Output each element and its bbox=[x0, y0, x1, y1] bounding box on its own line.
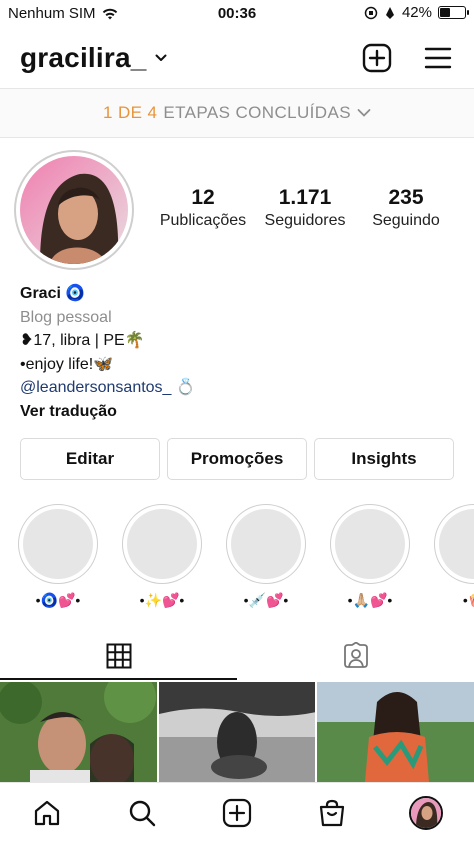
highlight-cover bbox=[231, 509, 301, 579]
highlight-item[interactable]: •🍿 bbox=[432, 504, 474, 609]
post-thumbnail[interactable] bbox=[158, 682, 316, 782]
username: gracilira_ bbox=[20, 42, 147, 73]
tagged-icon bbox=[343, 642, 368, 668]
translate-link[interactable]: Ver tradução bbox=[20, 400, 460, 424]
profile-tabs bbox=[0, 632, 474, 680]
menu-icon bbox=[424, 47, 452, 69]
post-thumbnail[interactable] bbox=[0, 682, 157, 782]
highlight-label: •💉💕• bbox=[243, 592, 289, 608]
category-label: Blog pessoal bbox=[20, 308, 112, 326]
search-icon bbox=[129, 800, 156, 827]
highlight-ring bbox=[434, 504, 474, 584]
post-image bbox=[317, 682, 474, 782]
followers-stat[interactable]: 1.171 Seguidores bbox=[258, 186, 352, 230]
highlight-item[interactable]: •💉💕• bbox=[224, 504, 308, 609]
edit-profile-button[interactable]: Editar bbox=[20, 438, 160, 480]
highlight-label: •🙏🏼💕• bbox=[347, 592, 393, 608]
highlight-item[interactable]: •🙏🏼💕• bbox=[328, 504, 412, 609]
posts-grid bbox=[0, 682, 474, 782]
profile-avatar bbox=[409, 796, 443, 830]
posts-stat[interactable]: 12 Publicações bbox=[158, 186, 248, 230]
nav-create[interactable] bbox=[219, 795, 255, 831]
orientation-lock-icon bbox=[364, 6, 378, 19]
status-bar: Nenhum SIM 00:36 42% bbox=[0, 0, 474, 28]
highlight-ring bbox=[122, 504, 202, 584]
highlight-cover bbox=[335, 509, 405, 579]
highlight-ring bbox=[330, 504, 410, 584]
battery-icon bbox=[438, 6, 469, 19]
shop-icon bbox=[319, 799, 345, 827]
steps-progress: 1 DE 4 bbox=[103, 103, 158, 122]
highlight-item[interactable]: •✨💕• bbox=[120, 504, 204, 609]
highlight-cover bbox=[127, 509, 197, 579]
following-label: Seguindo bbox=[372, 212, 440, 229]
profile-avatar bbox=[20, 156, 128, 264]
nav-search[interactable] bbox=[124, 795, 160, 831]
chevron-down-icon bbox=[155, 54, 167, 61]
home-icon bbox=[34, 800, 60, 826]
promotions-button[interactable]: Promoções bbox=[167, 438, 307, 480]
bottom-navigation bbox=[0, 782, 474, 842]
username-switcher[interactable]: gracilira_ bbox=[20, 42, 167, 74]
highlight-cover bbox=[439, 509, 474, 579]
insights-button[interactable]: Insights bbox=[314, 438, 454, 480]
menu-button[interactable] bbox=[422, 42, 454, 74]
posts-label: Publicações bbox=[159, 212, 247, 229]
profile-avatar-ring[interactable] bbox=[14, 150, 134, 270]
highlight-ring bbox=[18, 504, 98, 584]
posts-count: 12 bbox=[191, 186, 215, 209]
following-stat[interactable]: 235 Seguindo bbox=[364, 186, 448, 230]
battery-percent: 42% bbox=[401, 4, 432, 21]
highlight-label: •✨💕• bbox=[139, 592, 185, 608]
profile-header: gracilira_ bbox=[0, 36, 474, 80]
post-image bbox=[0, 682, 157, 782]
tab-tagged[interactable] bbox=[237, 632, 474, 680]
nav-shop[interactable] bbox=[314, 795, 350, 831]
highlight-cover bbox=[23, 509, 93, 579]
create-icon bbox=[222, 798, 252, 828]
grid-icon bbox=[106, 643, 131, 669]
highlight-clip: •🍿 bbox=[430, 504, 474, 624]
steps-label: ETAPAS CONCLUÍDAS bbox=[163, 103, 351, 122]
steps-banner[interactable]: 1 DE 4 ETAPAS CONCLUÍDAS bbox=[0, 88, 474, 138]
following-count: 235 bbox=[388, 186, 424, 209]
bio-line-2: •enjoy life!🦋 bbox=[20, 355, 114, 373]
bio-line-1: ❥17, libra | PE🌴 bbox=[20, 332, 145, 349]
new-post-icon bbox=[362, 43, 392, 73]
profile-bio: Graci 🧿 Blog pessoal ❥17, libra | PE🌴 •e… bbox=[20, 282, 460, 423]
highlight-ring bbox=[226, 504, 306, 584]
status-right: 42% bbox=[364, 4, 469, 21]
nav-home[interactable] bbox=[29, 795, 65, 831]
tab-grid[interactable] bbox=[0, 632, 237, 680]
post-thumbnail[interactable] bbox=[317, 682, 474, 782]
new-post-button[interactable] bbox=[361, 42, 393, 74]
chevron-down-icon bbox=[357, 109, 371, 117]
highlight-label: •🍿 bbox=[462, 592, 474, 608]
active-tab-indicator bbox=[0, 678, 237, 680]
followers-label: Seguidores bbox=[264, 212, 346, 229]
post-image bbox=[158, 682, 316, 782]
highlight-label: •🧿💕• bbox=[35, 592, 81, 608]
nav-profile[interactable] bbox=[408, 795, 444, 831]
avatar-photo bbox=[20, 156, 128, 264]
highlight-item[interactable]: •🧿💕• bbox=[16, 504, 100, 609]
display-name: Graci 🧿 bbox=[20, 285, 86, 302]
followers-count: 1.171 bbox=[278, 186, 332, 209]
alarm-icon bbox=[385, 6, 394, 19]
mention-link[interactable]: @leandersonsantos_ 💍 bbox=[20, 376, 460, 400]
